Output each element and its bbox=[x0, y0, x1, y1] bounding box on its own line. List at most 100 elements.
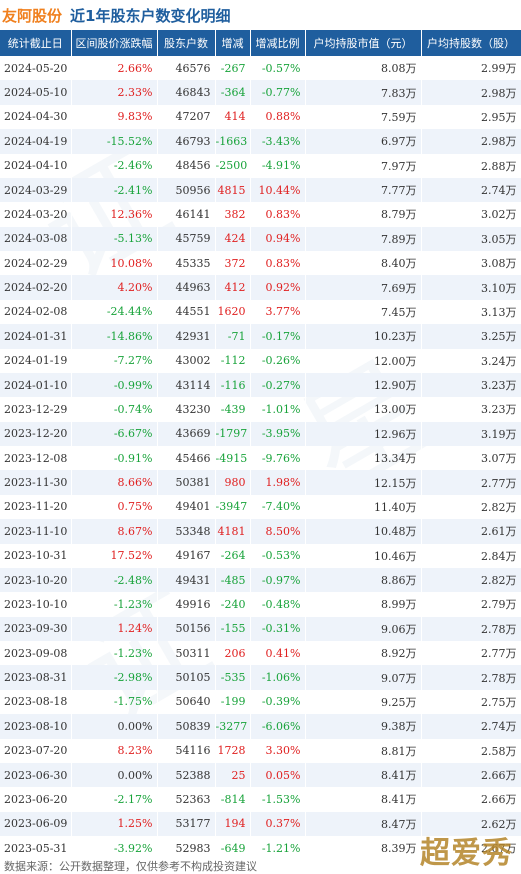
change-ratio-cell: 1.98% bbox=[250, 470, 306, 495]
holder-count-cell: 50381 bbox=[157, 470, 216, 495]
change-cell: -71 bbox=[215, 324, 251, 349]
holder-count-cell: 50105 bbox=[157, 665, 216, 690]
date-cell: 2023-12-20 bbox=[0, 421, 72, 446]
avg-value-cell: 10.46万 bbox=[305, 543, 422, 568]
table-row: 2023-07-20 8.23% 54116 1728 3.30% 8.81万 2.58万 bbox=[0, 738, 521, 763]
date-cell: 2023-06-30 bbox=[0, 762, 72, 788]
change-cell: -1797 bbox=[215, 421, 251, 446]
avg-shares-cell: 2.61万 bbox=[421, 519, 521, 544]
holder-count-cell: 46843 bbox=[157, 80, 216, 105]
change-cell: -267 bbox=[215, 56, 251, 81]
holder-count-cell: 44963 bbox=[157, 275, 216, 300]
table-row: 2023-10-10 -1.23% 49916 -240 -0.48% 8.99万 2.79… bbox=[0, 592, 521, 617]
change-ratio-cell: -6.06% bbox=[250, 714, 306, 739]
change-cell: -3277 bbox=[215, 714, 251, 739]
avg-value-cell: 7.83万 bbox=[305, 80, 422, 105]
avg-value-cell: 12.00万 bbox=[305, 348, 422, 373]
holder-count-cell: 50311 bbox=[157, 641, 216, 666]
holder-count-cell: 46576 bbox=[157, 56, 216, 81]
table-row: 2023-12-29 -0.74% 43230 -439 -1.01% 13.00万 3.2… bbox=[0, 397, 521, 422]
avg-value-cell: 8.08万 bbox=[305, 56, 422, 81]
price-change-cell: 0.75% bbox=[71, 494, 158, 520]
change-ratio-cell: -0.27% bbox=[250, 372, 306, 398]
change-ratio-cell: -3.95% bbox=[250, 421, 306, 446]
holder-count-cell: 45759 bbox=[157, 226, 216, 251]
company-name: 友阿股份 bbox=[2, 6, 63, 25]
price-change-cell: -1.75% bbox=[71, 689, 158, 715]
change-cell: -4915 bbox=[215, 446, 251, 471]
change-cell: 980 bbox=[215, 470, 251, 495]
avg-shares-cell: 3.05万 bbox=[421, 226, 521, 251]
table-row: 2024-01-31 -14.86% 42931 -71 -0.17% 10.23万 3.2… bbox=[0, 324, 521, 349]
date-cell: 2024-02-20 bbox=[0, 275, 72, 300]
change-ratio-cell: -0.39% bbox=[250, 689, 306, 715]
price-change-cell: -15.52% bbox=[71, 129, 158, 154]
avg-shares-cell: 2.99万 bbox=[421, 56, 521, 81]
table-row: 2023-10-31 17.52% 49167 -264 -0.53% 10.46万 2.8… bbox=[0, 543, 521, 568]
change-cell: -2500 bbox=[215, 153, 251, 178]
table-row: 2024-04-19 -15.52% 46793 -1663 -3.43% 6.97万 2.… bbox=[0, 129, 521, 154]
avg-shares-cell: 2.74万 bbox=[421, 177, 521, 203]
avg-value-cell: 7.77万 bbox=[305, 177, 422, 203]
change-cell: 1728 bbox=[215, 738, 251, 763]
avg-shares-cell: 3.10万 bbox=[421, 275, 521, 300]
table-row: 2024-05-20 2.66% 46576 -267 -0.57% 8.08万 2.99万 bbox=[0, 56, 521, 81]
date-cell: 2024-03-08 bbox=[0, 226, 72, 251]
change-cell: 382 bbox=[215, 202, 251, 227]
change-cell: 372 bbox=[215, 251, 251, 276]
date-cell: 2024-05-10 bbox=[0, 80, 72, 105]
avg-shares-cell: 2.75万 bbox=[421, 689, 521, 715]
avg-value-cell: 9.38万 bbox=[305, 714, 422, 739]
date-cell: 2024-01-19 bbox=[0, 348, 72, 373]
change-ratio-cell: -0.31% bbox=[250, 616, 306, 641]
change-ratio-cell: 0.05% bbox=[250, 762, 306, 788]
change-cell: -535 bbox=[215, 665, 251, 690]
price-change-cell: 0.00% bbox=[71, 714, 158, 739]
holder-count-cell: 53177 bbox=[157, 811, 216, 836]
avg-value-cell: 9.07万 bbox=[305, 665, 422, 690]
table-row: 2023-11-10 8.67% 53348 4181 8.50% 10.48万 2.61万 bbox=[0, 519, 521, 544]
change-ratio-cell: 0.88% bbox=[250, 104, 306, 130]
change-cell: -199 bbox=[215, 689, 251, 715]
price-change-cell: -1.23% bbox=[71, 592, 158, 617]
column-header: 统计截止日 bbox=[0, 30, 72, 56]
holder-count-cell: 52983 bbox=[157, 836, 216, 861]
avg-value-cell: 10.48万 bbox=[305, 519, 422, 544]
price-change-cell: 8.66% bbox=[71, 470, 158, 495]
column-header: 增减比例 bbox=[250, 30, 306, 56]
column-header: 区间股价涨跌幅 bbox=[71, 30, 158, 56]
table-row: 2024-02-29 10.08% 45335 372 0.83% 8.40万 3.08万 bbox=[0, 251, 521, 276]
holder-count-cell: 46141 bbox=[157, 202, 216, 227]
change-ratio-cell: 3.77% bbox=[250, 299, 306, 325]
table-row: 2024-01-10 -0.99% 43114 -116 -0.27% 12.90万 3.2… bbox=[0, 372, 521, 398]
date-cell: 2024-02-08 bbox=[0, 299, 72, 325]
avg-value-cell: 13.00万 bbox=[305, 397, 422, 422]
price-change-cell: -2.17% bbox=[71, 787, 158, 812]
change-cell: 414 bbox=[215, 104, 251, 130]
table-row: 2024-03-29 -2.41% 50956 4815 10.44% 7.77万 2.74… bbox=[0, 177, 521, 203]
change-ratio-cell: -0.57% bbox=[250, 56, 306, 81]
column-header: 增减 bbox=[215, 30, 251, 56]
price-change-cell: 10.08% bbox=[71, 251, 158, 276]
change-ratio-cell: -1.06% bbox=[250, 665, 306, 690]
change-ratio-cell: 0.83% bbox=[250, 251, 306, 276]
date-cell: 2023-08-31 bbox=[0, 665, 72, 690]
change-cell: -364 bbox=[215, 80, 251, 105]
holder-count-cell: 46793 bbox=[157, 129, 216, 154]
avg-shares-cell: 3.19万 bbox=[421, 421, 521, 446]
holder-count-cell: 49167 bbox=[157, 543, 216, 568]
change-cell: -439 bbox=[215, 397, 251, 422]
price-change-cell: 8.23% bbox=[71, 738, 158, 763]
date-cell: 2024-03-29 bbox=[0, 177, 72, 203]
change-ratio-cell: -0.77% bbox=[250, 80, 306, 105]
change-cell: -264 bbox=[215, 543, 251, 568]
avg-value-cell: 11.40万 bbox=[305, 494, 422, 520]
avg-value-cell: 9.06万 bbox=[305, 616, 422, 641]
table-row: 2023-08-31 -2.98% 50105 -535 -1.06% 9.07万 2.78… bbox=[0, 665, 521, 690]
price-change-cell: -2.41% bbox=[71, 177, 158, 203]
price-change-cell: -2.46% bbox=[71, 153, 158, 178]
avg-value-cell: 6.97万 bbox=[305, 129, 422, 154]
table-row: 2024-04-30 9.83% 47207 414 0.88% 7.59万 2.95万 bbox=[0, 104, 521, 130]
change-ratio-cell: 0.41% bbox=[250, 641, 306, 666]
date-cell: 2023-09-08 bbox=[0, 641, 72, 666]
